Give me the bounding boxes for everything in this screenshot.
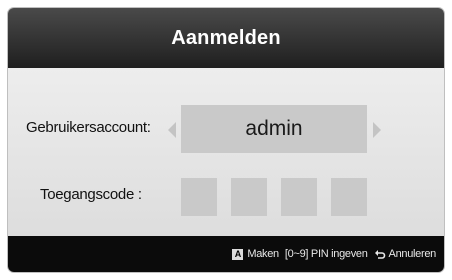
arrow-right-icon[interactable]	[373, 122, 381, 138]
cancel-hint[interactable]: Annuleren	[389, 248, 437, 260]
dialog-header: Aanmelden	[8, 8, 444, 68]
login-dialog: Aanmelden Gebruikersaccount: admin Toega…	[8, 8, 444, 272]
dialog-footer: A Maken [0~9] PIN ingeven Annuleren	[8, 236, 444, 272]
pin-digit-1[interactable]	[181, 178, 217, 216]
access-code-label: Toegangscode :	[40, 186, 142, 203]
pin-digit-2[interactable]	[231, 178, 267, 216]
account-selector[interactable]: admin	[181, 105, 367, 153]
arrow-left-icon[interactable]	[168, 122, 176, 138]
pin-hint: [0~9] PIN ingeven	[284, 248, 368, 260]
pin-digit-4[interactable]	[331, 178, 367, 216]
account-value: admin	[245, 117, 303, 140]
a-key-icon: A	[232, 248, 244, 260]
dialog-title: Aanmelden	[171, 26, 281, 49]
account-label: Gebruikersaccount:	[26, 119, 151, 136]
pin-digit-3[interactable]	[281, 178, 317, 216]
return-icon	[374, 250, 385, 259]
make-hint[interactable]: Maken	[247, 248, 279, 260]
dialog-body: Gebruikersaccount: admin Toegangscode :	[8, 68, 444, 236]
